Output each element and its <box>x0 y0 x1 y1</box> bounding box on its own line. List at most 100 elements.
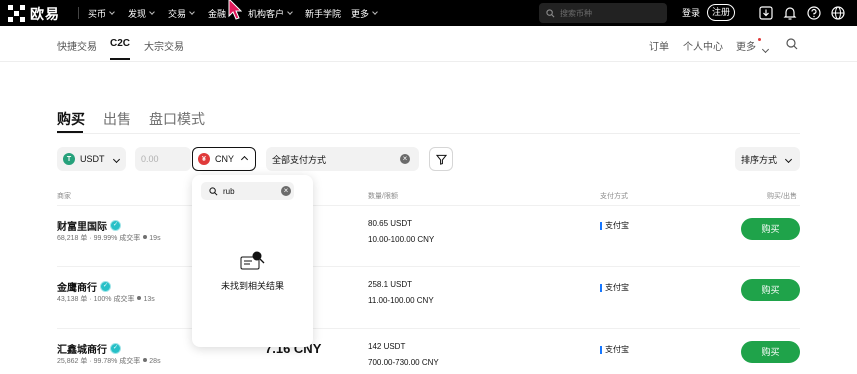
menu-finance[interactable]: 金融 <box>208 0 226 26</box>
subnav-more[interactable]: 更多 <box>736 38 756 53</box>
menu-more[interactable]: 更多 <box>351 0 378 26</box>
order-count: 25,862 单 <box>57 358 88 365</box>
tab-sell[interactable]: 出售 <box>103 109 131 129</box>
subnav-orders[interactable]: 订单 <box>649 38 669 53</box>
register-button[interactable]: 注册 <box>707 4 735 21</box>
notification-dot <box>758 38 761 41</box>
download-icon[interactable] <box>759 6 773 20</box>
menu-trade[interactable]: 交易 <box>168 0 195 26</box>
menu-label: 交易 <box>168 8 187 19</box>
column-payment-method: 支付方式 <box>600 193 628 200</box>
chevron-down-icon <box>112 154 120 164</box>
merchant-name-text: 金鹰商行 <box>57 283 97 294</box>
menu-label: 更多 <box>351 8 370 19</box>
amount-input[interactable]: 0.00 <box>135 147 191 171</box>
merchant-name[interactable]: 金鹰商行 ✓ <box>57 279 111 294</box>
chevron-down-icon <box>189 8 195 15</box>
order-limit: 700.00-730.00 CNY <box>368 358 439 367</box>
available-quantity: 80.65 USDT <box>368 219 413 228</box>
logo[interactable]: 欧易 <box>8 4 60 24</box>
menu-discover[interactable]: 发现 <box>128 0 155 26</box>
sort-select[interactable]: 排序方式 <box>735 147 800 171</box>
menu-label: 金融 <box>208 8 227 19</box>
payment-label: 支付宝 <box>605 221 629 230</box>
bell-icon[interactable] <box>783 6 797 20</box>
verified-badge-icon: ✓ <box>110 343 121 354</box>
payment-value: 全部支付方式 <box>272 154 327 165</box>
search-input[interactable]: 搜索币种 <box>539 3 667 23</box>
amount-placeholder: 0.00 <box>141 154 159 164</box>
buy-button[interactable]: 购买 <box>741 218 800 240</box>
tab-buy[interactable]: 购买 <box>57 109 85 129</box>
order-limit: 11.00-100.00 CNY <box>368 296 434 305</box>
subnav-block-trade[interactable]: 大宗交易 <box>144 38 184 53</box>
order-count: 68,218 单 <box>57 235 88 242</box>
menu-label: 买币 <box>88 8 107 19</box>
column-merchant: 商家 <box>57 193 71 200</box>
buy-button[interactable]: 购买 <box>741 279 800 301</box>
help-icon[interactable] <box>807 6 821 20</box>
clear-icon[interactable]: × <box>281 186 291 196</box>
column-action: 购买/出售 <box>767 193 797 200</box>
verified-badge-icon: ✓ <box>100 281 111 292</box>
alipay-icon <box>600 283 602 292</box>
merchant-name[interactable]: 财富里国际 ✓ <box>57 218 121 233</box>
crypto-value: USDT <box>80 154 105 164</box>
search-icon[interactable] <box>786 38 798 50</box>
menu-institutional[interactable]: 机构客户 <box>248 0 293 26</box>
chevron-down-icon <box>109 8 115 15</box>
crypto-select[interactable]: T USDT <box>57 147 126 171</box>
clear-icon[interactable]: × <box>400 154 410 164</box>
subnav-c2c[interactable]: C2C <box>110 38 130 49</box>
chevron-up-icon <box>240 154 249 164</box>
chevron-down-icon <box>149 8 155 15</box>
active-tab-indicator <box>110 58 130 60</box>
chevron-down-icon <box>287 8 293 15</box>
payment-method: 支付宝 <box>600 282 629 293</box>
divider <box>57 266 800 267</box>
empty-result-icon <box>240 251 265 270</box>
menu-buy-crypto[interactable]: 买币 <box>88 0 115 26</box>
globe-icon[interactable] <box>831 6 845 20</box>
divider <box>57 133 800 134</box>
fiat-value: CNY <box>215 154 235 164</box>
payment-method: 支付宝 <box>600 220 629 231</box>
menu-academy[interactable]: 新手学院 <box>305 0 341 26</box>
mouse-cursor-icon <box>228 0 242 20</box>
menu-label: 机构客户 <box>248 8 285 19</box>
currency-search-input[interactable]: rub × <box>201 182 294 200</box>
subnav-express[interactable]: 快捷交易 <box>57 38 97 53</box>
sort-label: 排序方式 <box>741 154 778 165</box>
alipay-icon <box>600 345 602 354</box>
merchant-stats: 25,862 单 · 99.78% 成交率 28s <box>57 358 161 365</box>
available-quantity: 142 USDT <box>368 342 406 351</box>
subnav-profile[interactable]: 个人中心 <box>683 38 723 53</box>
chevron-down-icon[interactable] <box>761 39 770 57</box>
order-limit: 10.00-100.00 CNY <box>368 235 435 244</box>
divider <box>57 328 800 329</box>
top-nav: 欧易 买币 发现 交易 金融 机构客户 新手学院 更多 搜索币种 登录 注册 <box>0 0 857 26</box>
tab-orderbook-mode[interactable]: 盘口模式 <box>149 109 205 129</box>
merchant-name[interactable]: 汇鑫城商行 ✓ <box>57 341 121 356</box>
chevron-down-icon <box>372 8 378 15</box>
clock-icon <box>143 235 148 239</box>
response-time: 19s <box>149 235 161 242</box>
clock-icon <box>137 296 142 300</box>
empty-message: 未找到相关结果 <box>220 281 284 291</box>
login-link[interactable]: 登录 <box>682 0 700 26</box>
fiat-select[interactable]: ¥ CNY <box>192 147 256 171</box>
filter-button[interactable] <box>429 147 453 171</box>
menu-label: 发现 <box>128 8 147 19</box>
available-quantity: 258.1 USDT <box>368 280 413 289</box>
search-icon <box>546 8 555 17</box>
cny-icon: ¥ <box>198 153 210 165</box>
funnel-icon <box>435 154 447 165</box>
payment-label: 支付宝 <box>605 283 629 292</box>
payment-method-select[interactable]: 全部支付方式 × <box>266 147 419 171</box>
usdt-icon: T <box>63 153 75 165</box>
buy-button[interactable]: 购买 <box>741 341 800 363</box>
divider <box>57 205 800 206</box>
completion-rate: 99.78% 成交率 <box>93 358 141 365</box>
currency-dropdown: rub × 未找到相关结果 <box>192 175 313 347</box>
order-count: 43,138 单 <box>57 296 88 303</box>
